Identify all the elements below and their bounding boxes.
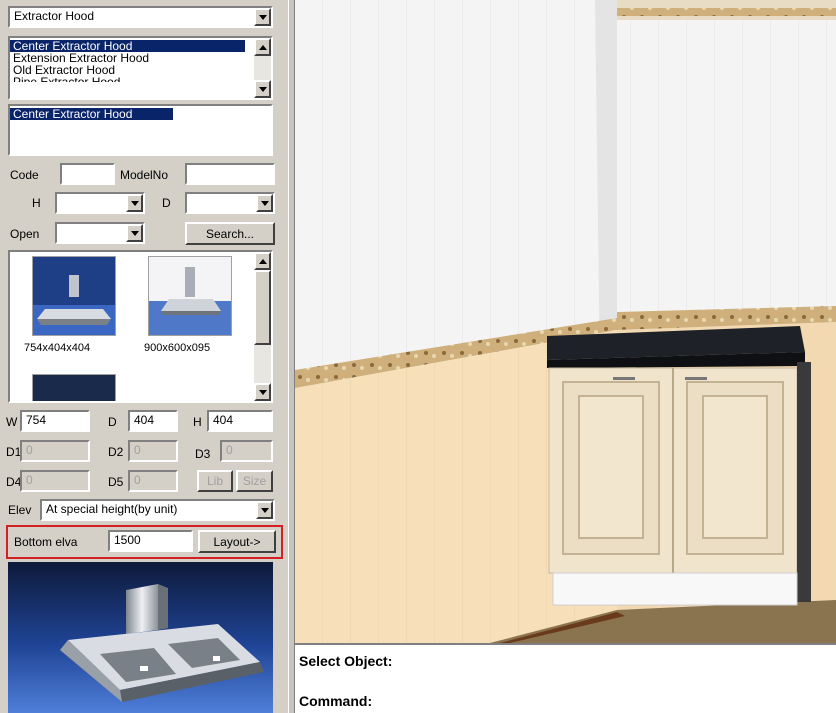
d2-label: D2 <box>108 445 124 459</box>
height-input[interactable]: 404 <box>207 410 273 432</box>
chevron-down-icon <box>130 200 139 206</box>
elev-label: Elev <box>8 503 32 517</box>
d5-label: D5 <box>108 475 124 489</box>
code-input[interactable] <box>60 163 115 185</box>
chevron-down-icon <box>260 507 269 513</box>
kitchen-scene <box>295 0 836 643</box>
command-line-1: Select Object: <box>299 653 393 669</box>
height-input-value: 404 <box>213 413 234 427</box>
d-filter-dropdown-button[interactable] <box>256 194 273 212</box>
list-scroll-up-button[interactable] <box>254 38 271 56</box>
depth-input[interactable]: 404 <box>128 410 178 432</box>
lib-button[interactable]: Lib <box>197 470 233 492</box>
open-filter-dropdown-button[interactable] <box>126 224 143 242</box>
category-select[interactable]: Extractor Hood <box>8 6 273 28</box>
gallery-scroll-up-button[interactable] <box>254 252 271 270</box>
d5-input[interactable]: 0 <box>128 470 178 492</box>
width-input[interactable]: 754 <box>20 410 90 432</box>
size-button[interactable]: Size <box>236 470 273 492</box>
modelno-input[interactable] <box>185 163 275 185</box>
h-filter-dropdown-button[interactable] <box>126 194 143 212</box>
code-label: Code <box>10 168 39 182</box>
d2-input-value: 0 <box>134 443 141 457</box>
layout-button-label: Layout-> <box>213 534 261 549</box>
depth-input-value: 404 <box>134 413 155 427</box>
scroll-down-icon <box>258 389 267 395</box>
open-filter-select[interactable] <box>55 222 145 244</box>
thumbnail-label: 754x404x404 <box>24 342 91 354</box>
size-button-label: Size <box>242 474 267 488</box>
hood-preview-image <box>8 562 273 713</box>
list-scrollbar-track[interactable] <box>254 56 271 80</box>
scroll-down-icon <box>258 86 267 92</box>
list-item[interactable]: Extension Extractor Hood <box>10 52 245 64</box>
selected-model-value: Center Extractor Hood <box>10 108 173 120</box>
left-panel: Extractor Hood Center Extractor Hood Ext… <box>0 0 288 713</box>
layout-button[interactable]: Layout-> <box>198 530 276 553</box>
model-preview <box>8 562 273 713</box>
gallery-scroll-down-button[interactable] <box>254 383 271 401</box>
model-list[interactable]: Center Extractor Hood Extension Extracto… <box>8 36 273 100</box>
thumbnail-gallery[interactable]: 754x404x404 900x600x095 <box>8 250 273 403</box>
d-filter-select[interactable] <box>185 192 275 214</box>
category-select-value: Extractor Hood <box>14 9 95 23</box>
list-item[interactable]: Pipe Extractor Hood <box>10 76 245 82</box>
bottom-elva-input-value: 1500 <box>114 533 141 547</box>
category-dropdown-button[interactable] <box>254 8 271 26</box>
hood-thumbnail-image <box>149 257 231 335</box>
d3-label: D3 <box>195 447 211 461</box>
gallery-scroll-thumb[interactable] <box>254 270 271 345</box>
d1-input-value: 0 <box>26 443 33 457</box>
search-button-label: Search... <box>205 226 255 241</box>
scroll-up-icon <box>258 44 267 50</box>
d5-input-value: 0 <box>134 473 141 487</box>
d4-input-value: 0 <box>26 473 33 487</box>
elev-select[interactable]: At special height(by unit) <box>40 499 275 521</box>
elev-select-value: At special height(by unit) <box>46 502 178 516</box>
thumbnail-item[interactable] <box>148 256 232 336</box>
height-label: H <box>193 415 202 429</box>
elev-dropdown-button[interactable] <box>256 501 273 519</box>
list-item[interactable]: Center Extractor Hood <box>10 40 245 52</box>
chevron-down-icon <box>258 14 267 20</box>
depth-label: D <box>108 415 117 429</box>
list-scroll-down-button[interactable] <box>254 80 271 98</box>
chevron-down-icon <box>130 230 139 236</box>
command-prompt: Command: <box>299 693 373 709</box>
lib-button-label: Lib <box>206 474 223 488</box>
d-filter-label: D <box>162 196 171 210</box>
h-filter-select[interactable] <box>55 192 145 214</box>
d4-input[interactable]: 0 <box>20 470 90 492</box>
chevron-down-icon <box>260 200 269 206</box>
search-button[interactable]: Search... <box>185 222 275 245</box>
3d-viewport[interactable] <box>295 0 836 643</box>
list-item[interactable]: Old Extractor Hood <box>10 64 245 76</box>
h-filter-label: H <box>32 196 41 210</box>
thumbnail-item[interactable] <box>32 256 116 336</box>
selected-model-box[interactable]: Center Extractor Hood <box>8 104 273 156</box>
thumbnail-item[interactable] <box>32 374 116 401</box>
width-label: W <box>6 415 18 429</box>
d3-input[interactable]: 0 <box>220 440 273 462</box>
gallery-scrollbar-track[interactable] <box>254 345 271 383</box>
modelno-label: ModelNo <box>120 168 169 182</box>
d2-input[interactable]: 0 <box>128 440 178 462</box>
thumbnail-label: 900x600x095 <box>144 342 211 354</box>
d3-input-value: 0 <box>226 443 233 457</box>
hood-thumbnail-image <box>33 257 115 335</box>
command-area[interactable]: Select Object: Command: <box>295 643 836 713</box>
open-filter-label: Open <box>10 227 40 241</box>
d1-input[interactable]: 0 <box>20 440 90 462</box>
width-input-value: 754 <box>26 413 47 427</box>
panel-splitter[interactable] <box>288 0 295 713</box>
bottom-elva-input[interactable]: 1500 <box>108 530 193 552</box>
bottom-elva-label: Bottom elva <box>14 535 78 549</box>
scroll-up-icon <box>258 258 267 264</box>
